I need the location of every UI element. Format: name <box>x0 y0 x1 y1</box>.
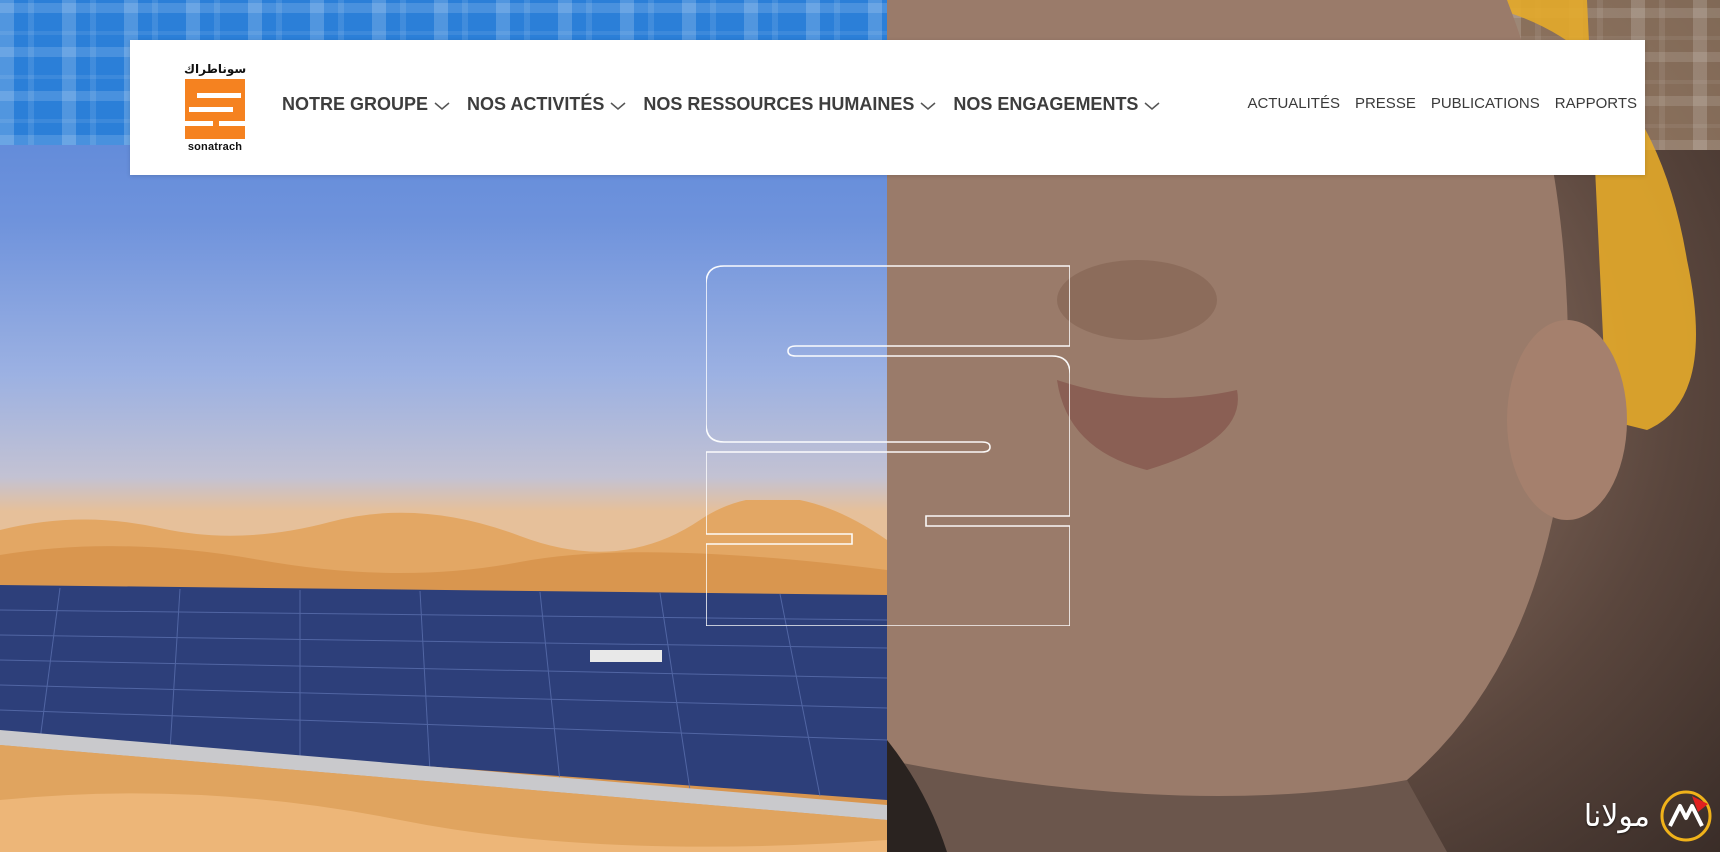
chevron-down-icon <box>434 102 450 110</box>
sonatrach-logo[interactable]: سوناطراك sonatrach <box>184 62 246 154</box>
nav-label: NOS ACTIVITÉS <box>467 94 605 114</box>
nav-presse[interactable]: PRESSE <box>1355 95 1416 112</box>
mawlana-logo-icon <box>1660 790 1712 842</box>
logo-wordmark: sonatrach <box>187 141 243 153</box>
nav-nos-activites[interactable]: NOS ACTIVITÉS <box>467 94 626 115</box>
nav-actualites[interactable]: ACTUALITÉS <box>1247 95 1340 112</box>
watermark: مولانا <box>1584 788 1714 844</box>
site-header: سوناطراك sonatrach NOTRE GROUPE NOS ACTI… <box>130 40 1645 175</box>
nav-label: NOTRE GROUPE <box>282 94 429 114</box>
main-navigation: NOTRE GROUPE NOS ACTIVITÉS NOS RESSOURCE… <box>282 94 1160 115</box>
nav-label: NOS ENGAGEMENTS <box>953 94 1139 114</box>
chevron-down-icon <box>610 102 626 110</box>
sonatrach-s-outline-icon <box>706 265 1070 626</box>
watermark-text: مولانا <box>1583 798 1650 834</box>
nav-notre-groupe[interactable]: NOTRE GROUPE <box>282 94 450 115</box>
nav-rapports[interactable]: RAPPORTS <box>1555 95 1637 112</box>
secondary-navigation: ACTUALITÉS PRESSE PUBLICATIONS RAPPORTS <box>1247 95 1637 112</box>
nav-label: NOS RESSOURCES HUMAINES <box>643 94 915 114</box>
chevron-down-icon <box>1144 102 1160 110</box>
nav-publications[interactable]: PUBLICATIONS <box>1431 95 1540 112</box>
nav-nos-ressources-humaines[interactable]: NOS RESSOURCES HUMAINES <box>643 94 936 115</box>
logo-arabic-text: سوناطراك <box>184 62 247 76</box>
nav-nos-engagements[interactable]: NOS ENGAGEMENTS <box>953 94 1160 115</box>
sonatrach-s-logo-icon <box>185 79 245 139</box>
chevron-down-icon <box>920 102 936 110</box>
